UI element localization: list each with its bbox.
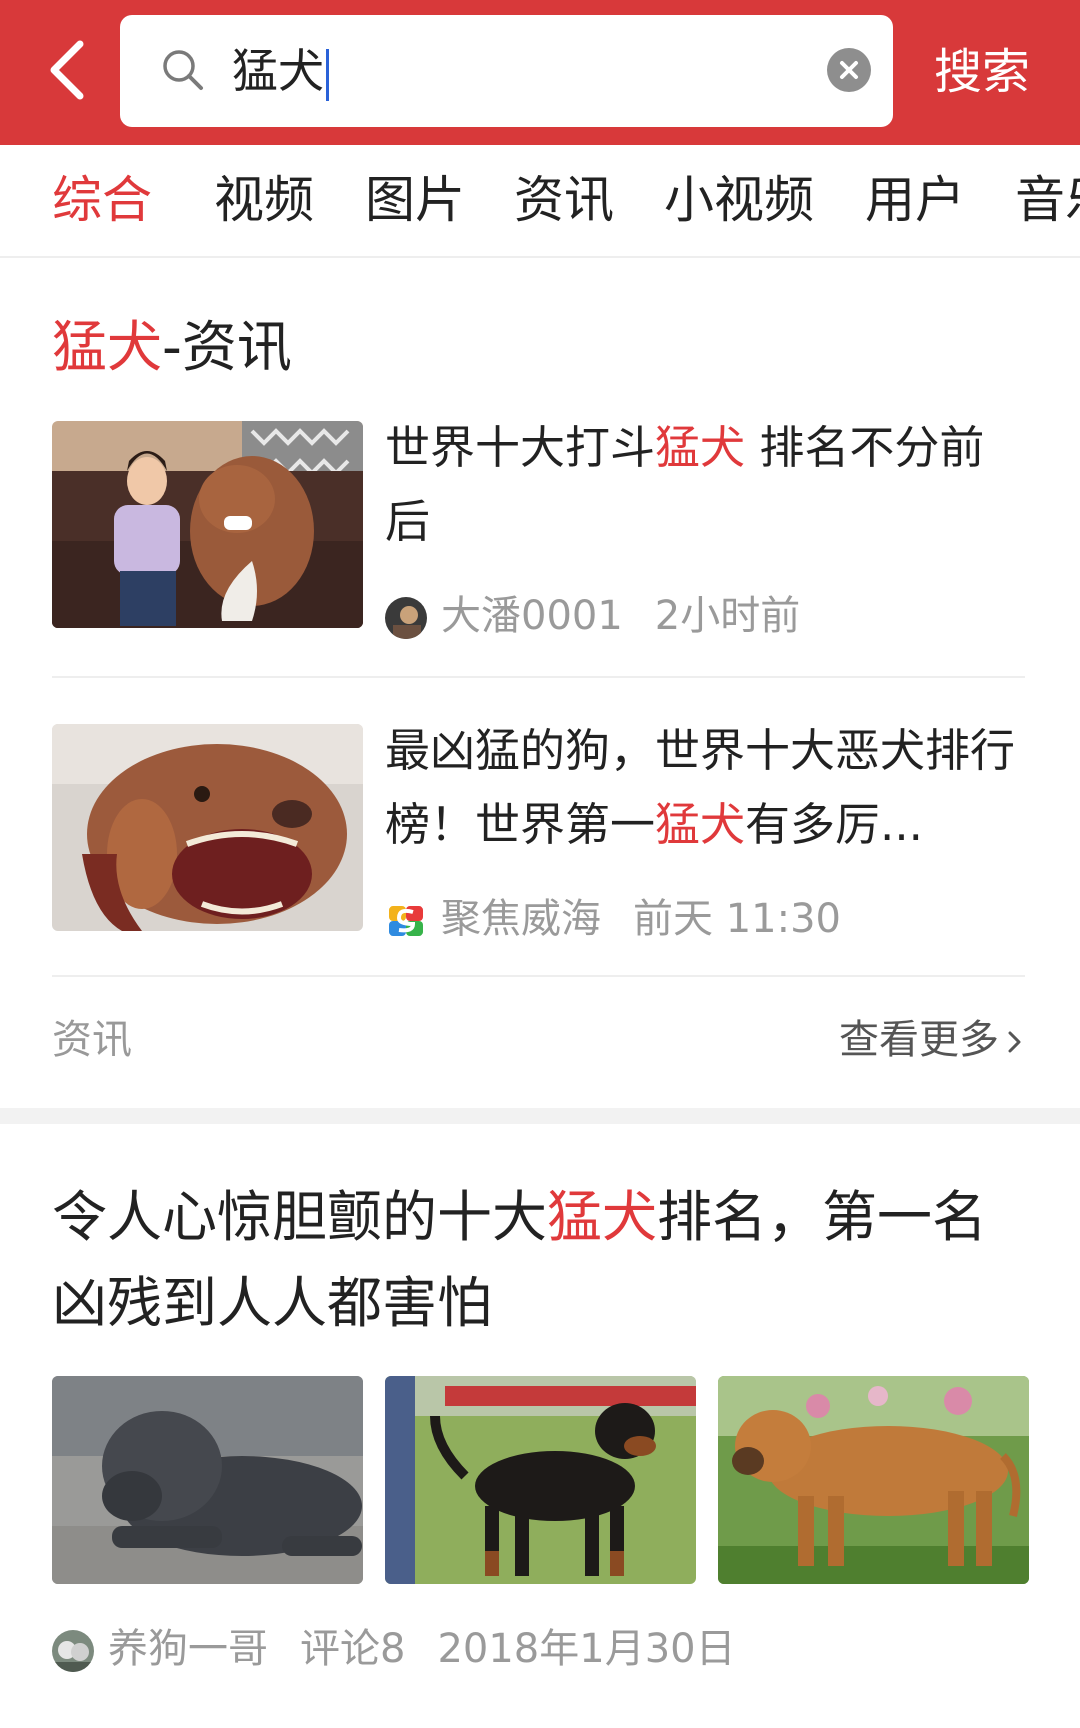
- post-time: 前天 11:30: [633, 896, 841, 942]
- section-separator: [0, 1108, 1080, 1124]
- gallery-image[interactable]: [385, 1376, 696, 1584]
- comment-count[interactable]: 评论8: [300, 1626, 405, 1672]
- section-title: 猛犬-资讯: [52, 315, 292, 379]
- news-thumbnail[interactable]: [52, 421, 363, 628]
- clear-icon[interactable]: [827, 48, 871, 92]
- chevron-right-icon: [1008, 1031, 1021, 1053]
- tab-users[interactable]: 用户: [865, 167, 965, 233]
- search-input[interactable]: 猛犬: [120, 15, 893, 127]
- author-name[interactable]: 大潘0001: [441, 593, 623, 639]
- news-item[interactable]: 世界十大打斗猛犬 排名不分前后 大潘0001 2小时前: [52, 421, 1025, 639]
- article-title[interactable]: 令人心惊胆颤的十大猛犬排名，第一名凶残到人人都害怕: [52, 1174, 1032, 1346]
- search-button[interactable]: 搜索: [934, 40, 1030, 104]
- post-date: 2018年1月30日: [437, 1626, 736, 1672]
- news-item[interactable]: 最凶猛的狗，世界十大恶犬排行榜！世界第一猛犬有多厉... 聚焦威海 前天 11:3…: [52, 724, 1025, 942]
- search-icon: [163, 50, 203, 90]
- search-query[interactable]: 猛犬: [232, 37, 329, 105]
- tab-all[interactable]: 综合: [52, 167, 152, 233]
- top-bar: 猛犬 搜索: [0, 0, 1080, 145]
- news-meta: 大潘0001 2小时前: [385, 591, 800, 641]
- news-title[interactable]: 最凶猛的狗，世界十大恶犬排行榜！世界第一猛犬有多厉...: [385, 714, 1025, 862]
- tab-news[interactable]: 资讯: [514, 167, 614, 233]
- avatar[interactable]: [52, 1630, 94, 1672]
- back-arrow-icon[interactable]: [30, 30, 110, 110]
- avatar[interactable]: [385, 900, 427, 942]
- gallery-image[interactable]: [52, 1376, 363, 1584]
- tab-music[interactable]: 音乐: [1015, 167, 1080, 233]
- text-caret: [326, 48, 329, 101]
- section-footer: 资讯 查看更多: [52, 1010, 1025, 1070]
- post-time: 2小时前: [654, 593, 801, 639]
- tab-video[interactable]: 视频: [214, 167, 314, 233]
- gallery-image[interactable]: [718, 1376, 1029, 1584]
- tab-images[interactable]: 图片: [365, 167, 465, 233]
- article-meta: 养狗一哥 评论8 2018年1月30日: [52, 1622, 736, 1676]
- avatar[interactable]: [385, 597, 427, 639]
- section-footer-label: 资讯: [52, 1017, 132, 1063]
- author-name[interactable]: 养狗一哥: [108, 1626, 268, 1672]
- news-thumbnail[interactable]: [52, 724, 363, 931]
- divider: [52, 676, 1025, 678]
- divider: [52, 975, 1025, 977]
- tab-short-video[interactable]: 小视频: [664, 167, 814, 233]
- see-more-link[interactable]: 查看更多: [839, 1010, 1025, 1070]
- author-name[interactable]: 聚焦威海: [441, 896, 601, 942]
- news-title[interactable]: 世界十大打斗猛犬 排名不分前后: [385, 411, 1025, 559]
- article-gallery: [52, 1376, 1029, 1584]
- category-tabs: 综合 视频 图片 资讯 小视频 用户 音乐: [0, 145, 1080, 258]
- news-meta: 聚焦威海 前天 11:30: [385, 894, 841, 944]
